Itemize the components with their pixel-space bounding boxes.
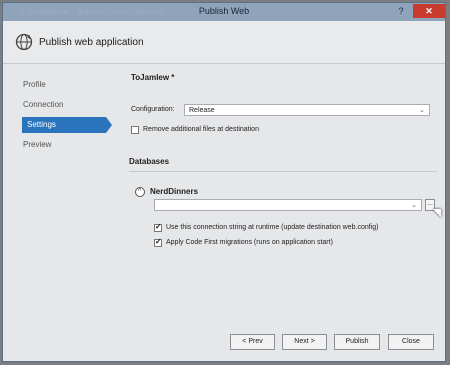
- dialog-footer: < Prev Next > Publish Close: [3, 330, 445, 361]
- collapse-icon[interactable]: [135, 187, 145, 197]
- configuration-value: Release: [189, 107, 215, 114]
- configuration-select[interactable]: Release ⌄: [184, 104, 430, 116]
- globe-icon: [15, 33, 33, 51]
- header-title: Publish web application: [39, 37, 144, 48]
- wizard-steps: Profile Connection Settings Preview: [3, 64, 112, 330]
- section-divider: [129, 171, 437, 172]
- close-button[interactable]: Close: [388, 334, 434, 350]
- publish-button[interactable]: Publish: [334, 334, 380, 350]
- mouse-cursor-icon: [432, 204, 446, 218]
- database-name: NerdDinners: [150, 187, 199, 196]
- databases-heading: Databases: [129, 157, 170, 166]
- sidebar-item-label: Settings: [27, 120, 56, 129]
- title-bar[interactable]: Ⓣ ConfigStore.. ..Explorer ..Tools ..Win…: [3, 3, 445, 21]
- help-button[interactable]: ?: [392, 4, 410, 18]
- sidebar-item-profile[interactable]: Profile: [23, 77, 46, 93]
- publish-web-dialog: Ⓣ ConfigStore.. ..Explorer ..Tools ..Win…: [2, 2, 446, 362]
- use-connection-label: Use this connection string at runtime (u…: [166, 224, 379, 231]
- remove-files-checkbox[interactable]: [131, 126, 139, 134]
- chevron-down-icon: ⌄: [419, 107, 425, 114]
- settings-panel: ToJamlew * Configuration: Release ⌄ Remo…: [129, 73, 446, 328]
- apply-migrations-checkbox[interactable]: [154, 237, 162, 247]
- connection-string-input[interactable]: ⌄: [154, 199, 422, 211]
- configuration-label: Configuration:: [131, 106, 175, 113]
- sidebar-item-connection[interactable]: Connection: [23, 97, 63, 113]
- window-title: Publish Web: [198, 6, 250, 16]
- dialog-header: Publish web application: [3, 21, 445, 64]
- use-connection-checkbox[interactable]: [154, 222, 162, 232]
- close-window-button[interactable]: ✕: [413, 4, 445, 18]
- chevron-down-icon: ⌄: [411, 202, 417, 209]
- sidebar-item-settings[interactable]: Settings: [22, 117, 112, 133]
- apply-migrations-label: Apply Code First migrations (runs on app…: [166, 239, 333, 246]
- profile-name: ToJamlew *: [131, 73, 175, 82]
- remove-files-label: Remove additional files at destination: [143, 126, 259, 133]
- next-button[interactable]: Next >: [282, 334, 327, 350]
- prev-button[interactable]: < Prev: [230, 334, 275, 350]
- sidebar-item-preview[interactable]: Preview: [23, 137, 51, 153]
